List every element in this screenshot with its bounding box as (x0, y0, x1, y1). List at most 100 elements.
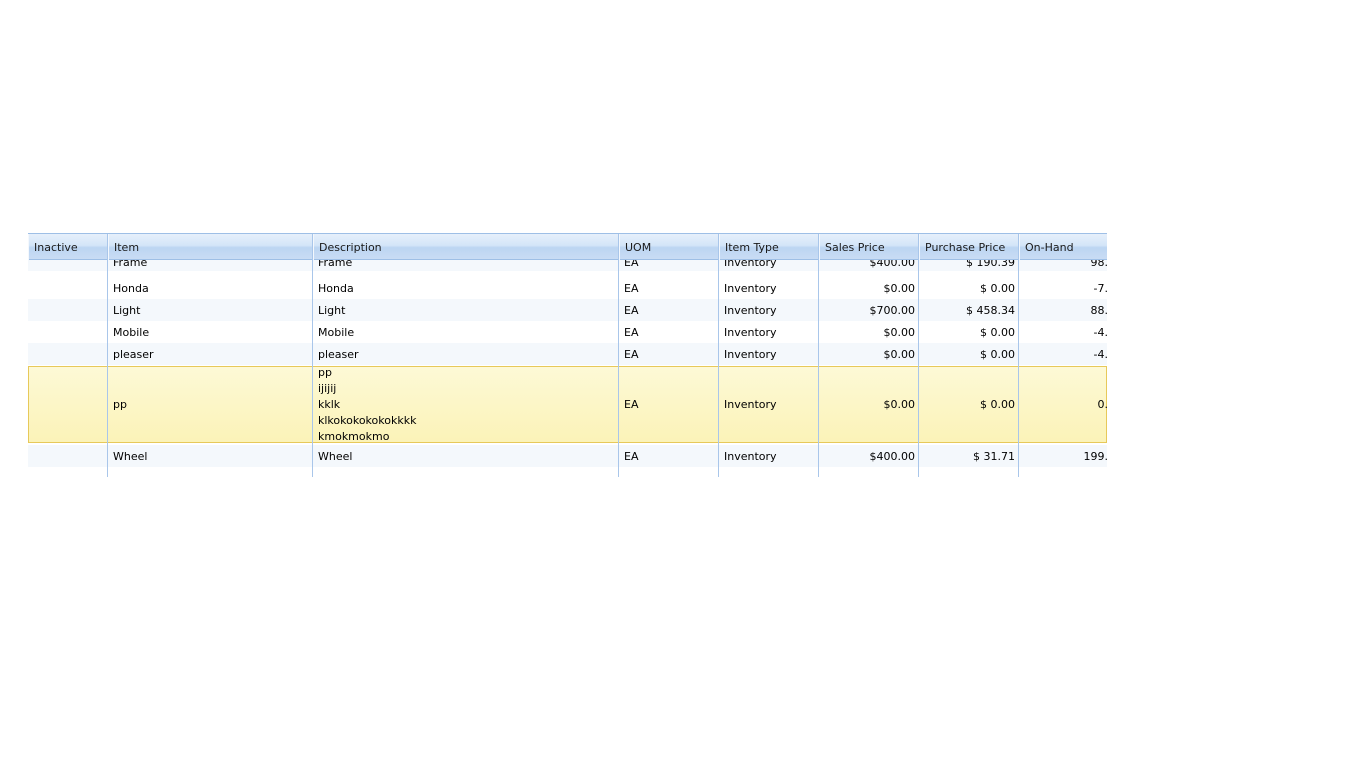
cell-item[interactable]: Mobile (108, 321, 312, 343)
column-header-inactive[interactable]: Inactive (28, 234, 108, 260)
cell-description[interactable]: Frame (313, 260, 618, 271)
column-header-on-hand[interactable]: On-Hand (1019, 234, 1107, 260)
cell-item[interactable]: pleaser (108, 343, 312, 365)
cell-text: Inventory (724, 260, 777, 269)
cell-on-hand[interactable]: -4.0 (1019, 343, 1107, 365)
table-row[interactable]: Honda Honda EA Inventory $0.00 $ 0.00 -7.0 (28, 277, 1107, 299)
cell-description[interactable]: Wheel (313, 445, 618, 467)
cell-uom[interactable]: EA (619, 367, 718, 442)
cell-description[interactable]: Honda (313, 277, 618, 299)
cell-item[interactable]: Honda (108, 277, 312, 299)
cell-purchase-price[interactable]: $ 0.00 (919, 343, 1018, 365)
cell-on-hand[interactable]: -4.0 (1019, 321, 1107, 343)
cell-text: $700.00 (869, 303, 916, 317)
column-header-item[interactable]: Item (108, 234, 313, 260)
table-row[interactable]: Frame Frame EA Inventory $400.00 $ 190.39 98.0 (28, 260, 1107, 271)
cell-text: $ 190.39 (966, 260, 1015, 269)
cell-on-hand[interactable]: -7.0 (1019, 277, 1107, 299)
cell-description[interactable]: Light (313, 299, 618, 321)
cell-text: $ 0.00 (980, 281, 1015, 295)
cell-sales-price[interactable]: $0.00 (819, 321, 918, 343)
cell-text: $400.00 (869, 260, 916, 269)
cell-item[interactable]: Wheel (108, 445, 312, 467)
cell-sales-price[interactable]: $700.00 (819, 299, 918, 321)
cell-item-type[interactable]: Inventory (719, 445, 818, 467)
cell-sales-price[interactable]: $400.00 (819, 260, 918, 271)
cell-item-type[interactable]: Inventory (719, 367, 818, 442)
cell-text: Inventory (724, 449, 777, 463)
description-line: Frame (318, 260, 353, 269)
cell-text: EA (624, 347, 639, 361)
cell-uom[interactable]: EA (619, 277, 718, 299)
cell-sales-price[interactable]: $0.00 (819, 367, 918, 442)
cell-text: EA (624, 325, 639, 339)
table-row[interactable]: Mobile Mobile EA Inventory $0.00 $ 0.00 -4.0 (28, 321, 1107, 343)
cell-on-hand[interactable]: 98.0 (1019, 260, 1108, 271)
cell-description[interactable]: pleaser (313, 343, 618, 365)
cell-sales-price[interactable]: $0.00 (819, 277, 918, 299)
cell-on-hand[interactable]: 199.0 (1019, 445, 1108, 467)
cell-item-type[interactable]: Inventory (719, 343, 818, 365)
cell-text: 98.0 (1090, 260, 1108, 269)
cell-inactive[interactable] (28, 445, 107, 467)
cell-item[interactable]: Light (108, 299, 312, 321)
cell-text: 199.0 (1083, 449, 1108, 463)
cell-inactive[interactable] (28, 260, 107, 271)
cell-text: 0.0 (1097, 398, 1108, 411)
cell-inactive[interactable] (28, 277, 107, 299)
cell-description[interactable]: Mobile (313, 321, 618, 343)
description-line: Mobile (318, 325, 355, 339)
column-divider (312, 260, 313, 477)
cell-text: Wheel (113, 449, 148, 463)
cell-item[interactable]: Frame (108, 260, 312, 271)
cell-text: 88.0 (1090, 303, 1108, 317)
table-row[interactable]: pleaser pleaser EA Inventory $0.00 $ 0.00 -4.0 (28, 343, 1107, 365)
cell-inactive[interactable] (28, 367, 107, 442)
column-header-uom[interactable]: UOM (619, 234, 719, 260)
cell-purchase-price[interactable]: $ 0.00 (919, 321, 1018, 343)
cell-purchase-price[interactable]: $ 0.00 (919, 277, 1018, 299)
cell-uom[interactable]: EA (619, 343, 718, 365)
cell-sales-price[interactable]: $0.00 (819, 343, 918, 365)
column-header-purchase-price[interactable]: Purchase Price (919, 234, 1019, 260)
cell-text: Inventory (724, 281, 777, 295)
cell-text: -4.0 (1093, 325, 1107, 339)
table-row[interactable]: Light Light EA Inventory $700.00 $ 458.34 88.0 (28, 299, 1107, 321)
cell-text: Light (113, 303, 141, 317)
column-header-description[interactable]: Description (313, 234, 619, 260)
cell-uom[interactable]: EA (619, 299, 718, 321)
table-row[interactable]: pp pp ijijij kklk klkokokokokokkkk kmokmokmo E… (28, 366, 1107, 443)
cell-purchase-price[interactable]: $ 458.34 (919, 299, 1018, 321)
column-header-sales-price[interactable]: Sales Price (819, 234, 919, 260)
cell-item-type[interactable]: Inventory (719, 299, 818, 321)
column-divider (718, 260, 719, 477)
column-header-item-type[interactable]: Item Type (719, 234, 819, 260)
description-line: pleaser (318, 347, 359, 361)
cell-on-hand[interactable]: 0.0 (1019, 367, 1108, 442)
table-row[interactable]: Wheel Wheel EA Inventory $400.00 $ 31.71 199.0 (28, 445, 1107, 467)
cell-on-hand[interactable]: 88.0 (1019, 299, 1108, 321)
cell-text: $ 31.71 (973, 449, 1015, 463)
cell-text: Mobile (113, 325, 150, 339)
cell-text: $400.00 (869, 449, 916, 463)
cell-text: $0.00 (883, 325, 916, 339)
cell-item-type[interactable]: Inventory (719, 260, 818, 271)
cell-sales-price[interactable]: $400.00 (819, 445, 918, 467)
cell-uom[interactable]: EA (619, 321, 718, 343)
cell-text: EA (624, 281, 639, 295)
cell-purchase-price[interactable]: $ 0.00 (919, 367, 1018, 442)
cell-purchase-price[interactable]: $ 190.39 (919, 260, 1018, 271)
cell-uom[interactable]: EA (619, 445, 718, 467)
column-divider (107, 260, 108, 477)
cell-purchase-price[interactable]: $ 31.71 (919, 445, 1018, 467)
cell-uom[interactable]: EA (619, 260, 718, 271)
cell-item[interactable]: pp (108, 367, 312, 442)
cell-description[interactable]: pp ijijij kklk klkokokokokokkkk kmokmokmo (313, 367, 618, 442)
cell-item-type[interactable]: Inventory (719, 321, 818, 343)
cell-inactive[interactable] (28, 321, 107, 343)
cell-inactive[interactable] (28, 299, 107, 321)
cell-item-type[interactable]: Inventory (719, 277, 818, 299)
cell-inactive[interactable] (28, 343, 107, 365)
items-grid[interactable]: Inactive Item Description UOM Item Type … (28, 233, 1107, 477)
cell-text: pleaser (113, 347, 154, 361)
